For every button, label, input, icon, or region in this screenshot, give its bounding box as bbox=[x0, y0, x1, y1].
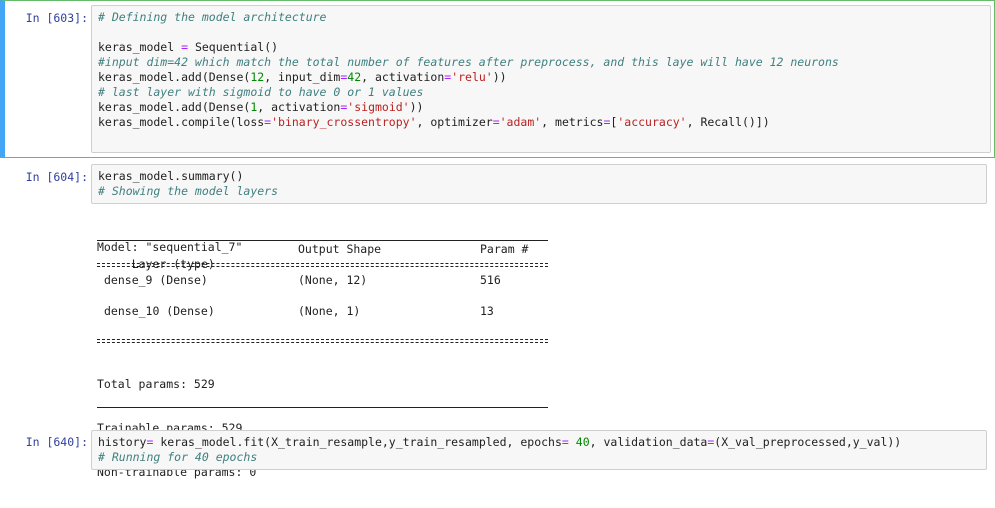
summary-footer-rule bbox=[97, 339, 548, 343]
input-prompt: In [603]: bbox=[25, 11, 88, 25]
header-param-count: Param # bbox=[480, 242, 529, 256]
code-line: keras_model.summary() bbox=[98, 169, 244, 183]
input-prompt: In [640]: bbox=[25, 435, 88, 449]
table-cell: (None, 1) bbox=[298, 304, 361, 318]
total-params: Total params: 529 bbox=[97, 377, 215, 391]
code-cell-604[interactable]: In [604]: keras_model.summary() # Showin… bbox=[0, 160, 995, 479]
header-output-shape: Output Shape bbox=[298, 242, 382, 256]
code-cell-640[interactable]: In [640]: history= keras_model.fit(X_tra… bbox=[0, 428, 995, 470]
code-line: # Running for 40 epochs bbox=[98, 450, 258, 464]
code-line: # Showing the model layers bbox=[98, 184, 279, 198]
code-line: history= keras_model.fit(X_train_resampl… bbox=[98, 435, 902, 449]
table-cell: (None, 12) bbox=[298, 273, 368, 287]
input-prompt: In [604]: bbox=[25, 170, 88, 184]
table-cell: 516 bbox=[480, 273, 501, 287]
code-editor[interactable]: keras_model.summary() # Showing the mode… bbox=[91, 164, 987, 204]
code-cell-603[interactable]: In [603]: # Defining the model architect… bbox=[0, 0, 995, 158]
code-line: keras_model = Sequential() bbox=[98, 40, 279, 54]
summary-top-rule bbox=[97, 240, 548, 241]
table-cell: 13 bbox=[480, 304, 494, 318]
code-line: # Defining the model architecture bbox=[98, 10, 327, 24]
code-editor[interactable]: history= keras_model.fit(X_train_resampl… bbox=[91, 430, 987, 470]
summary-bottom-rule bbox=[97, 407, 548, 408]
table-row: dense_10 (Dense) bbox=[104, 304, 215, 318]
code-editor[interactable]: # Defining the model architecture keras_… bbox=[91, 5, 991, 153]
code-line: keras_model.add(Dense(12, input_dim=42, … bbox=[98, 70, 507, 84]
code-line: #input dim=42 which match the total numb… bbox=[98, 55, 839, 69]
code-line: # last layer with sigmoid to have 0 or 1… bbox=[98, 85, 424, 99]
code-line: keras_model.compile(loss='binary_crossen… bbox=[98, 115, 770, 129]
table-row: dense_9 (Dense) bbox=[104, 273, 208, 287]
code-line: keras_model.add(Dense(1, activation='sig… bbox=[98, 100, 424, 114]
summary-header-rule bbox=[97, 263, 548, 267]
